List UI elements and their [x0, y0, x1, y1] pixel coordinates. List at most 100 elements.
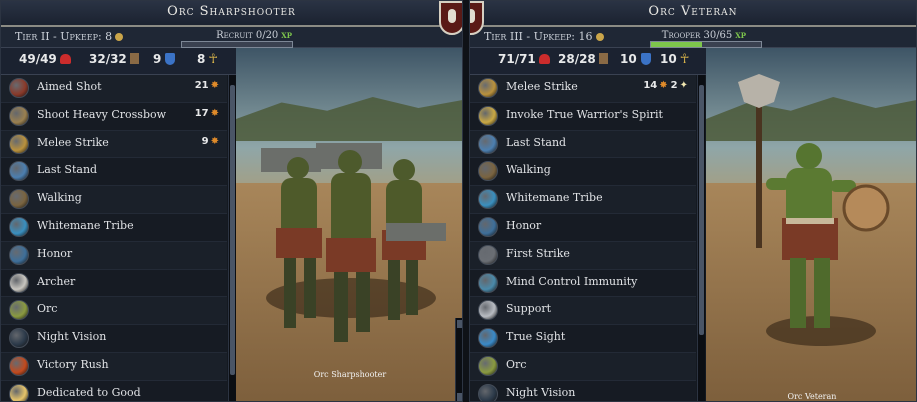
ability-row[interactable]: Mind Control Immunity [470, 269, 696, 298]
hp-stat: 49/49 [19, 52, 71, 66]
hp-stat: 71/71 [498, 52, 550, 66]
ability-label: Last Stand [506, 135, 567, 149]
ability-label: Walking [506, 163, 551, 177]
ability-label: Whitemane Tribe [37, 218, 134, 232]
ability-row[interactable]: Invoke True Warrior's Spirit [470, 102, 696, 131]
unit-portrait: Orc Veteran [706, 48, 916, 401]
ability-row[interactable]: Last Stand [1, 158, 227, 187]
crossbow-icon [9, 105, 29, 126]
tier-upkeep: Tier III - Upkeep: 16 [484, 30, 604, 43]
portrait-caption: Orc Sharpshooter [313, 370, 387, 379]
ability-label: Melee Strike [37, 135, 109, 149]
damage-value: 9 [201, 135, 209, 147]
rank-label: Recruit 0/20 xp [216, 30, 292, 41]
boot-icon [129, 53, 139, 64]
scrollbar-thumb[interactable] [230, 85, 235, 375]
ability-label: Walking [37, 191, 82, 205]
ability-scrollbar[interactable] [228, 75, 236, 401]
ability-row[interactable]: Victory Rush [1, 352, 227, 381]
ability-row[interactable]: Night Vision [1, 325, 227, 353]
unit-stats: 71/71 28/28 10 10 ☥ [470, 48, 706, 75]
ankh-icon: ☥ [208, 52, 219, 67]
ability-row[interactable]: Melee Strike 9 ✸ [1, 130, 227, 159]
walking-icon [9, 189, 29, 210]
tier-upkeep: Tier II - Upkeep: 8 [15, 30, 124, 43]
orc-veteran-figure [738, 74, 890, 328]
aimed-shot-icon [9, 78, 29, 98]
ability-row[interactable]: Whitemane Tribe [470, 186, 696, 214]
last-stand-icon [478, 133, 498, 154]
ability-row[interactable]: Honor [470, 213, 696, 242]
first-strike-icon [478, 244, 498, 265]
heart-icon [538, 54, 550, 64]
scroll-up-arrow[interactable] [457, 320, 462, 328]
damage-value: 17 [194, 107, 209, 119]
last-stand-icon [9, 161, 29, 182]
defense-value: 9 [153, 52, 162, 66]
melee-strike-icon [9, 133, 29, 154]
support-icon [478, 300, 498, 321]
ability-row[interactable]: Support [470, 297, 696, 326]
ability-row[interactable]: Honor [1, 241, 227, 270]
ability-row[interactable]: Last Stand [470, 130, 696, 159]
damage-value: 14 [643, 80, 658, 91]
ability-scrollbar[interactable] [697, 75, 705, 401]
gold-coin-icon [115, 33, 124, 41]
shield-defense-icon [165, 53, 176, 65]
damage-burst-icon: ✸ [210, 107, 219, 119]
unit-title: Orc Sharpshooter [167, 4, 296, 19]
unit-title: Orc Veteran [648, 4, 738, 19]
night-vision-icon [9, 328, 29, 349]
ability-row[interactable]: Dedicated to Good [1, 380, 227, 401]
scroll-down-arrow[interactable] [457, 393, 462, 401]
ability-label: Night Vision [37, 330, 107, 344]
ability-row[interactable]: Shoot Heavy Crossbow 17 ✸ [1, 102, 227, 131]
xp-icon: xp [281, 30, 292, 41]
ability-row[interactable]: Orc [1, 297, 227, 326]
ability-label: Whitemane Tribe [506, 191, 603, 205]
night-vision-icon [478, 383, 498, 401]
ability-row[interactable]: Melee Strike 14 ✸ 2 ✦ [470, 75, 696, 103]
unit-card-orc-sharpshooter: Orc Sharpshooter Tier II - Upkeep: 8 Rec… [0, 0, 463, 402]
unit-crest-icon [439, 1, 462, 35]
heart-icon [59, 54, 71, 64]
ability-row[interactable]: Aimed Shot 21 ✸ [1, 75, 227, 103]
ability-label: Honor [506, 218, 542, 232]
ability-list: Aimed Shot 21 ✸ Shoot Heavy Crossbow 17 ✸ Mele… [1, 75, 227, 401]
ability-row[interactable]: Night Vision [470, 380, 696, 401]
melee-strike-icon [478, 78, 498, 98]
ability-row[interactable]: Archer [1, 269, 227, 298]
resistance-stat: 10 ☥ [660, 52, 689, 67]
bonus-value: 2 [670, 80, 678, 91]
honor-icon [9, 244, 29, 265]
unit-comparison: Orc Sharpshooter Tier II - Upkeep: 8 Rec… [0, 0, 917, 402]
ability-row[interactable]: Walking [1, 186, 227, 214]
xp-progress-fill [651, 42, 702, 47]
ability-row[interactable]: Walking [470, 158, 696, 187]
whitemane-tribe-icon [478, 189, 498, 210]
ability-label: Archer [37, 274, 76, 288]
ability-row[interactable]: Whitemane Tribe [1, 213, 227, 242]
damage-burst-icon: ✸ [659, 80, 668, 91]
ability-label: Invoke True Warrior's Spirit [506, 107, 663, 121]
scrollbar-thumb[interactable] [699, 85, 704, 335]
whitemane-tribe-icon [9, 216, 29, 237]
ability-damage: 21 ✸ [195, 80, 219, 91]
resistance-value: 8 [197, 52, 206, 66]
ability-label: First Strike [506, 246, 570, 260]
ankh-icon: ☥ [679, 52, 690, 67]
unit-title-bar: Orc Sharpshooter [1, 1, 462, 27]
ability-row[interactable]: Orc [470, 352, 696, 381]
ability-list: Melee Strike 14 ✸ 2 ✦ Invoke True Warrior's S… [470, 75, 696, 401]
ability-row[interactable]: First Strike [470, 241, 696, 270]
hp-value: 71/71 [498, 52, 536, 66]
gold-coin-icon [595, 33, 604, 41]
tier-upkeep-text: Tier II - Upkeep: 8 [15, 30, 113, 43]
rank-text: Trooper 30/65 [661, 30, 733, 41]
ability-row[interactable]: True Sight [470, 325, 696, 353]
xp-progress-bar [650, 41, 762, 48]
portrait-scrollbar[interactable] [455, 318, 462, 401]
moves-stat: 32/32 [89, 52, 139, 66]
hp-value: 49/49 [19, 52, 57, 66]
ability-label: Dedicated to Good [37, 385, 141, 399]
